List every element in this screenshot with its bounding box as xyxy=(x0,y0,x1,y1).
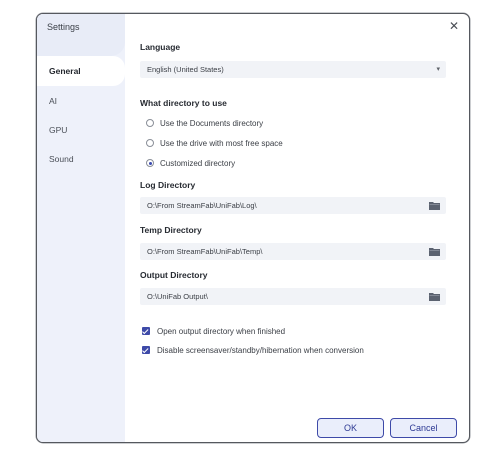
radio-button xyxy=(146,119,154,127)
radio-customized-directory[interactable]: Customized directory xyxy=(146,156,235,170)
output-directory-label: Output Directory xyxy=(140,270,208,280)
language-value: English (United States) xyxy=(147,65,224,74)
ok-button[interactable]: OK xyxy=(317,418,384,438)
sidebar-item-gpu[interactable]: GPU xyxy=(37,115,125,145)
settings-dialog: Settings General AI GPU Sound ✕ Language… xyxy=(36,13,470,443)
directory-choice-label: What directory to use xyxy=(140,98,227,108)
radio-button-selected xyxy=(146,159,154,167)
sidebar-item-sound[interactable]: Sound xyxy=(37,144,125,174)
radio-label: Use the Documents directory xyxy=(160,118,264,128)
general-settings-panel: Language English (United States) ▾ What … xyxy=(140,14,450,442)
output-directory-field[interactable]: O:\UniFab Output\ xyxy=(140,288,446,305)
temp-directory-label: Temp Directory xyxy=(140,225,202,235)
cancel-button[interactable]: Cancel xyxy=(390,418,457,438)
log-directory-label: Log Directory xyxy=(140,180,196,190)
radio-label: Use the drive with most free space xyxy=(160,138,283,148)
sidebar: Settings General AI GPU Sound xyxy=(37,14,125,442)
disable-screensaver-checkbox[interactable]: Disable screensaver/standby/hibernation … xyxy=(142,343,364,357)
temp-directory-value: O:\From StreamFab\UniFab\Temp\ xyxy=(147,247,263,256)
window-title: Settings xyxy=(47,22,80,32)
radio-label: Customized directory xyxy=(160,158,236,168)
sidebar-item-ai[interactable]: AI xyxy=(37,86,125,116)
radio-documents-directory[interactable]: Use the Documents directory xyxy=(146,116,263,130)
checkbox-label: Disable screensaver/standby/hibernation … xyxy=(157,345,364,355)
log-directory-field[interactable]: O:\From StreamFab\UniFab\Log\ xyxy=(140,197,446,214)
radio-button xyxy=(146,139,154,147)
language-label: Language xyxy=(140,42,181,52)
checkbox-label: Open output directory when finished xyxy=(157,326,286,336)
radio-most-free-space[interactable]: Use the drive with most free space xyxy=(146,136,283,150)
output-directory-value: O:\UniFab Output\ xyxy=(147,292,208,301)
dropdown-arrow-icon: ▾ xyxy=(436,66,440,73)
sidebar-header xyxy=(37,14,125,56)
open-output-checkbox[interactable]: Open output directory when finished xyxy=(142,324,285,338)
log-directory-value: O:\From StreamFab\UniFab\Log\ xyxy=(147,201,257,210)
checkbox-checked xyxy=(142,346,150,354)
sidebar-item-general[interactable]: General xyxy=(37,56,125,86)
temp-directory-field[interactable]: O:\From StreamFab\UniFab\Temp\ xyxy=(140,243,446,260)
checkbox-checked xyxy=(142,327,150,335)
folder-icon[interactable] xyxy=(429,292,440,301)
folder-icon[interactable] xyxy=(429,247,440,256)
language-select[interactable]: English (United States) ▾ xyxy=(140,61,446,78)
folder-icon[interactable] xyxy=(429,201,440,210)
